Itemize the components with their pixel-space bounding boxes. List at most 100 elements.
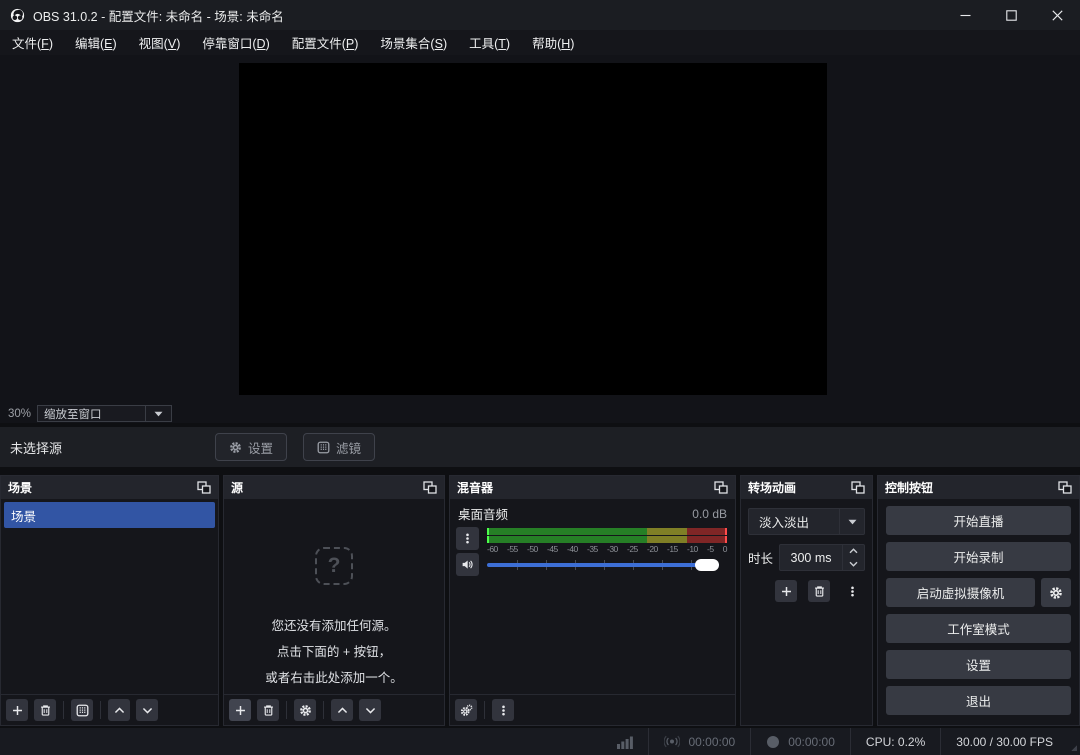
slider-handle[interactable] bbox=[695, 559, 719, 571]
menu-tools[interactable]: 工具(T) bbox=[459, 29, 520, 56]
filter-icon bbox=[317, 441, 330, 454]
mixer-body: 桌面音频 0.0 dB bbox=[450, 499, 735, 694]
zoom-mode-dropdown[interactable]: 缩放至窗口 bbox=[37, 405, 172, 422]
start-streaming-button[interactable]: 开始直播 bbox=[886, 506, 1071, 535]
move-source-up-button[interactable] bbox=[331, 699, 353, 721]
transitions-body: 淡入淡出 时长 300 ms bbox=[741, 499, 872, 725]
chevron-down-icon bbox=[839, 509, 864, 534]
plus-icon bbox=[11, 704, 24, 717]
move-source-down-button[interactable] bbox=[359, 699, 381, 721]
mixer-panel-header: 混音器 bbox=[450, 476, 735, 499]
settings-button[interactable]: 设置 bbox=[886, 650, 1071, 679]
obs-logo-icon bbox=[10, 8, 25, 23]
filters-button[interactable]: 滤镜 bbox=[303, 433, 375, 461]
scene-filters-button[interactable] bbox=[71, 699, 93, 721]
mute-button[interactable] bbox=[456, 553, 479, 576]
no-source-selected-label: 未选择源 bbox=[10, 427, 62, 467]
menu-view[interactable]: 视图(V) bbox=[129, 29, 191, 56]
transition-menu-button[interactable] bbox=[841, 580, 863, 602]
kebab-menu-icon bbox=[461, 532, 474, 545]
start-recording-button[interactable]: 开始录制 bbox=[886, 542, 1071, 571]
scenes-toolbar bbox=[1, 694, 218, 725]
menu-help[interactable]: 帮助(H) bbox=[522, 29, 584, 56]
audio-mixer-panel: 混音器 桌面音频 0.0 dB bbox=[449, 475, 736, 726]
sources-panel-title: 源 bbox=[231, 479, 243, 496]
preview-area bbox=[0, 55, 1080, 404]
mixer-toolbar bbox=[450, 694, 735, 725]
meter-scale: -60-55-50-45-40-35-30-25-20-15-10-50 bbox=[487, 544, 727, 554]
cpu-usage: CPU: 0.2% bbox=[850, 728, 940, 755]
kebab-menu-icon bbox=[846, 585, 859, 598]
mixer-panel-title: 混音器 bbox=[457, 479, 493, 496]
stream-timer: 00:00:00 bbox=[648, 728, 750, 755]
menu-scene-collection[interactable]: 场景集合(S) bbox=[370, 29, 457, 56]
remove-scene-button[interactable] bbox=[34, 699, 56, 721]
popup-window-icon[interactable] bbox=[851, 481, 865, 494]
duration-label: 时长 bbox=[748, 548, 773, 567]
separator bbox=[484, 701, 485, 719]
transition-dropdown[interactable]: 淡入淡出 bbox=[748, 508, 865, 535]
scene-item-selected[interactable]: 场景 bbox=[4, 502, 215, 528]
add-transition-button[interactable] bbox=[775, 580, 797, 602]
close-button[interactable] bbox=[1034, 0, 1080, 30]
empty-hint-line3: 或者右击此处添加一个。 bbox=[224, 665, 444, 691]
chevron-down-icon bbox=[364, 704, 377, 717]
popup-window-icon[interactable] bbox=[714, 481, 728, 494]
minimize-button[interactable] bbox=[942, 0, 988, 30]
mixer-channel-menu-button[interactable] bbox=[456, 527, 479, 550]
resize-grip[interactable] bbox=[1068, 728, 1080, 755]
maximize-button[interactable] bbox=[988, 0, 1034, 30]
titlebar: OBS 31.0.2 - 配置文件: 未命名 - 场景: 未命名 bbox=[0, 0, 1080, 30]
move-scene-down-button[interactable] bbox=[136, 699, 158, 721]
add-source-button[interactable] bbox=[229, 699, 251, 721]
volume-db-label: 0.0 dB bbox=[692, 507, 727, 521]
controls-body: 开始直播 开始录制 启动虚拟摄像机 工作室模式 设置 退出 bbox=[878, 499, 1079, 725]
menu-profile[interactable]: 配置文件(P) bbox=[282, 29, 369, 56]
sources-empty-state: ? 您还没有添加任何源。 点击下面的 + 按钮， 或者右击此处添加一个。 bbox=[224, 547, 444, 691]
duration-spinbox[interactable]: 300 ms bbox=[779, 544, 865, 571]
popup-window-icon[interactable] bbox=[423, 481, 437, 494]
add-scene-button[interactable] bbox=[6, 699, 28, 721]
remove-source-button[interactable] bbox=[257, 699, 279, 721]
move-scene-up-button[interactable] bbox=[108, 699, 130, 721]
virtual-camera-settings-button[interactable] bbox=[1041, 578, 1071, 607]
start-virtual-camera-button[interactable]: 启动虚拟摄像机 bbox=[886, 578, 1035, 607]
studio-mode-button[interactable]: 工作室模式 bbox=[886, 614, 1071, 643]
trash-icon bbox=[813, 585, 826, 598]
scenes-panel-title: 场景 bbox=[8, 479, 32, 496]
exit-button[interactable]: 退出 bbox=[886, 686, 1071, 715]
chevron-down-icon bbox=[141, 704, 154, 717]
plus-icon bbox=[780, 585, 793, 598]
spin-up-button[interactable] bbox=[843, 545, 864, 558]
audio-source-name: 桌面音频 bbox=[458, 504, 508, 523]
popup-window-icon[interactable] bbox=[1058, 481, 1072, 494]
statusbar: 00:00:00 00:00:00 CPU: 0.2% 30.00 / 30.0… bbox=[0, 728, 1080, 755]
volume-slider[interactable] bbox=[487, 558, 719, 572]
mixer-menu-button[interactable] bbox=[492, 699, 514, 721]
question-mark-icon: ? bbox=[315, 547, 353, 585]
remove-transition-button[interactable] bbox=[808, 580, 830, 602]
record-icon bbox=[766, 735, 780, 749]
advanced-audio-button[interactable] bbox=[455, 699, 477, 721]
chevron-down-icon bbox=[145, 406, 171, 421]
menu-docks[interactable]: 停靠窗口(D) bbox=[192, 29, 279, 56]
sources-panel: 源 ? 您还没有添加任何源。 点击下面的 + 按钮， 或者右击此处添加一个。 bbox=[223, 475, 445, 726]
trash-icon bbox=[262, 704, 275, 717]
spin-down-button[interactable] bbox=[843, 558, 864, 571]
signal-bars-icon bbox=[617, 735, 633, 749]
menu-file[interactable]: 文件(F) bbox=[2, 29, 63, 56]
transitions-panel-header: 转场动画 bbox=[741, 476, 872, 499]
controls-panel: 控制按钮 开始直播 开始录制 启动虚拟摄像机 工作室模式 设置 退出 bbox=[877, 475, 1080, 726]
separator bbox=[286, 701, 287, 719]
properties-button[interactable]: 设置 bbox=[215, 433, 287, 461]
sources-list[interactable]: ? 您还没有添加任何源。 点击下面的 + 按钮， 或者右击此处添加一个。 bbox=[224, 499, 444, 694]
scenes-list: 场景 bbox=[1, 499, 218, 694]
record-timer: 00:00:00 bbox=[750, 728, 850, 755]
chevron-up-icon bbox=[336, 704, 349, 717]
kebab-menu-icon bbox=[497, 704, 510, 717]
popup-window-icon[interactable] bbox=[197, 481, 211, 494]
source-properties-button[interactable] bbox=[294, 699, 316, 721]
menu-edit[interactable]: 编辑(E) bbox=[65, 29, 127, 56]
broadcast-icon bbox=[664, 735, 680, 748]
fps-indicator: 30.00 / 30.00 FPS bbox=[940, 728, 1068, 755]
